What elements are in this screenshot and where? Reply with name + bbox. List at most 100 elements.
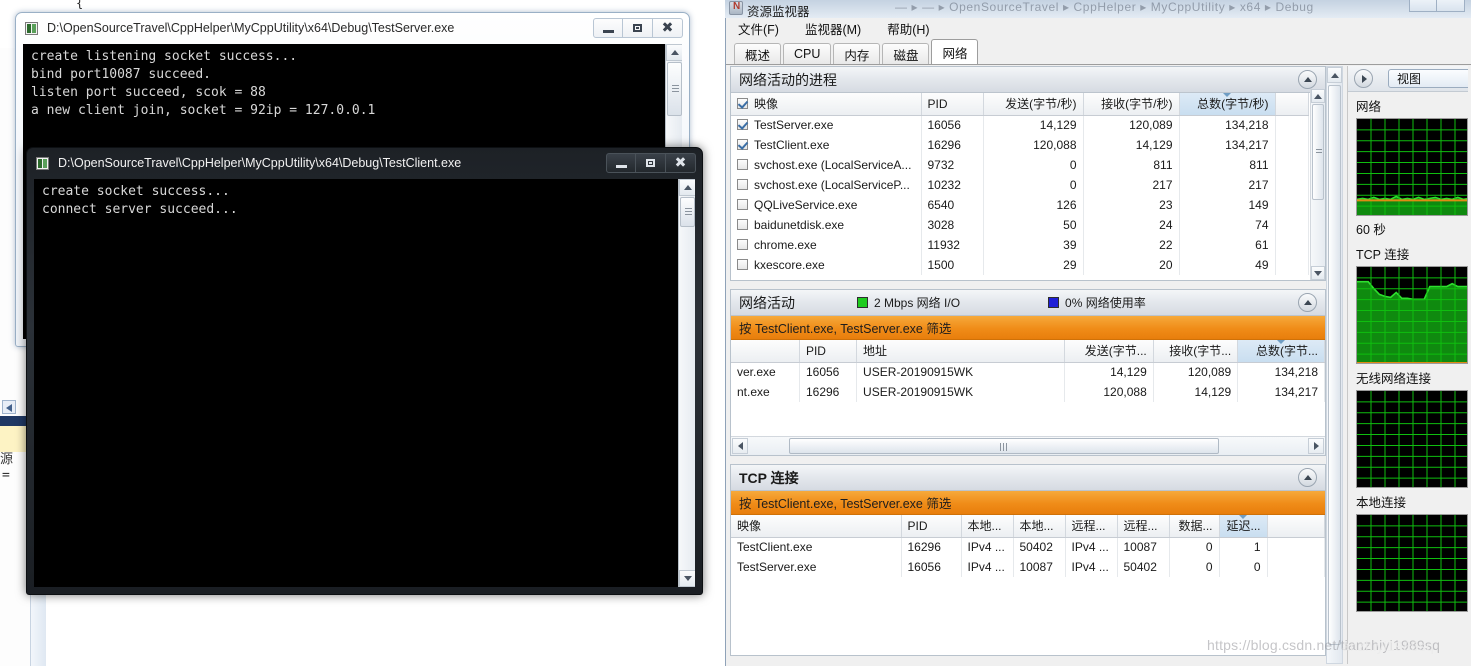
table-row[interactable]: TestServer.exe 16056 14,129 120,089 134,218: [731, 115, 1309, 135]
menu-item-1[interactable]: 监视器(M): [801, 17, 865, 40]
panel-header[interactable]: 网络活动 2 Mbps 网络 I/O 0% 网络使用率: [731, 290, 1325, 316]
activity-horizontal-scrollbar[interactable]: [731, 436, 1325, 455]
column-header[interactable]: PID: [921, 93, 984, 116]
scroll-thumb[interactable]: [1328, 85, 1341, 645]
minimize-button[interactable]: [606, 153, 636, 173]
tcp-image: TestClient.exe: [731, 537, 902, 557]
menubar[interactable]: 文件(F) 监视器(M) 帮助(H): [726, 18, 1471, 40]
column-header[interactable]: 延迟...: [1219, 515, 1268, 538]
filter-bar-activity[interactable]: 按 TestClient.exe, TestServer.exe 筛选: [731, 316, 1325, 340]
maximize-button[interactable]: [636, 153, 666, 173]
select-all-checkbox[interactable]: [737, 98, 748, 110]
scroll-thumb[interactable]: [789, 438, 1219, 454]
column-header[interactable]: 接收(字节/秒): [1083, 93, 1180, 116]
window-controls[interactable]: ✖: [593, 18, 683, 38]
table-row[interactable]: nt.exe 16296 USER-20190915WK 120,088 14,129 1…: [731, 382, 1325, 402]
process-list-scrollbar[interactable]: [1310, 89, 1325, 280]
table-row[interactable]: ver.exe 16056 USER-20190915WK 14,129 120,089…: [731, 362, 1325, 382]
column-header[interactable]: 发送(字节/秒): [983, 93, 1084, 116]
panel-header[interactable]: 网络活动的进程: [731, 67, 1325, 93]
titlebar-resource-monitor[interactable]: 资源监视器 — ▸ — ▸ OpenSourceTravel ▸ CppHelp…: [725, 0, 1471, 18]
chevron-up-icon[interactable]: [1298, 468, 1317, 487]
column-header[interactable]: [731, 340, 800, 363]
titlebar-testserver[interactable]: D:\OpenSourceTravel\CppHelper\MyCppUtili…: [15, 12, 690, 44]
column-header[interactable]: PID: [901, 515, 962, 538]
table-row[interactable]: baidunetdisk.exe 3028 50 24 74: [731, 215, 1309, 235]
panels-vertical-scrollbar[interactable]: [1326, 66, 1343, 664]
close-button[interactable]: ✖: [666, 153, 696, 173]
table-row[interactable]: QQLiveService.exe 6540 126 23 149: [731, 195, 1309, 215]
window-controls[interactable]: ✖: [606, 153, 696, 173]
tab-磁盘[interactable]: 磁盘: [882, 43, 930, 64]
scroll-up-button[interactable]: [679, 179, 695, 196]
chevron-right-icon[interactable]: [1354, 69, 1373, 88]
column-header[interactable]: 映像: [731, 515, 902, 538]
chevron-up-icon[interactable]: [1298, 70, 1317, 89]
tabstrip[interactable]: 概述 CPU 内存 磁盘 网络: [734, 39, 980, 64]
scroll-up-button[interactable]: [1327, 67, 1342, 83]
maximize-button[interactable]: [623, 18, 653, 38]
window-resource-monitor[interactable]: 资源监视器 — ▸ — ▸ OpenSourceTravel ▸ CppHelp…: [725, 0, 1471, 666]
process-checkbox[interactable]: [737, 199, 748, 210]
table-row[interactable]: TestClient.exe 16296 120,088 14,129 134,217: [731, 135, 1309, 155]
tcp-image: TestServer.exe: [731, 557, 902, 577]
table-row[interactable]: TestClient.exe 16296 IPv4 ... 50402 IPv4 ...…: [731, 537, 1325, 557]
column-header[interactable]: PID: [799, 340, 858, 363]
menu-item-0[interactable]: 文件(F): [734, 17, 783, 40]
table-row[interactable]: TestServer.exe 16056 IPv4 ... 10087 IPv4 ...…: [731, 557, 1325, 577]
chevron-up-icon[interactable]: [1298, 293, 1317, 312]
scroll-thumb[interactable]: [667, 62, 682, 116]
scroll-down-button[interactable]: [1311, 266, 1325, 280]
table-row[interactable]: svchost.exe (LocalServiceP... 10232 0 217 21…: [731, 175, 1309, 195]
column-header[interactable]: 总数(字节...: [1237, 340, 1325, 363]
process-table-viewport: 映像 PID 发送(字节/秒) 接收(字节/秒) 总数(字节/秒) TestServer…: [731, 93, 1309, 280]
tab-内存[interactable]: 内存: [833, 43, 881, 64]
window-testclient-console[interactable]: D:\OpenSourceTravel\CppHelper\MyCppUtili…: [26, 147, 703, 595]
column-header[interactable]: 接收(字节...: [1153, 340, 1239, 363]
window-controls[interactable]: [1409, 0, 1465, 12]
process-checkbox[interactable]: [737, 179, 748, 190]
column-header[interactable]: [1267, 515, 1325, 538]
column-header[interactable]: 地址: [856, 340, 1065, 363]
tab-网络[interactable]: 网络: [931, 39, 979, 64]
column-header[interactable]: 数据...: [1169, 515, 1220, 538]
scroll-thumb[interactable]: [1312, 104, 1324, 200]
tab-CPU[interactable]: CPU: [783, 43, 832, 64]
table-row[interactable]: kxescore.exe 1500 29 20 49: [731, 255, 1309, 275]
process-checkbox[interactable]: [737, 239, 748, 250]
column-header[interactable]: [1275, 93, 1309, 116]
process-checkbox[interactable]: [737, 119, 748, 131]
editor-collapse-arrow-icon[interactable]: [2, 400, 16, 414]
table-row[interactable]: chrome.exe 11932 39 22 61: [731, 235, 1309, 255]
column-header[interactable]: 远程...: [1117, 515, 1170, 538]
column-header[interactable]: 本地...: [1013, 515, 1066, 538]
minimize-button[interactable]: [1409, 0, 1437, 12]
column-header[interactable]: 远程...: [1065, 515, 1118, 538]
column-header[interactable]: 总数(字节/秒): [1179, 93, 1276, 116]
scroll-thumb[interactable]: [680, 197, 695, 227]
console-scrollbar[interactable]: [678, 179, 695, 587]
panel-header[interactable]: TCP 连接: [731, 465, 1325, 491]
column-header[interactable]: 本地...: [961, 515, 1014, 538]
maximize-button[interactable]: [1437, 0, 1465, 12]
table-row[interactable]: svchost.exe (LocalServiceA... 9732 0 811 811: [731, 155, 1309, 175]
process-checkbox[interactable]: [737, 159, 748, 170]
process-checkbox[interactable]: [737, 259, 748, 270]
column-header[interactable]: 发送(字节...: [1064, 340, 1154, 363]
titlebar-testclient[interactable]: D:\OpenSourceTravel\CppHelper\MyCppUtili…: [26, 147, 703, 179]
close-button[interactable]: ✖: [653, 18, 683, 38]
process-checkbox[interactable]: [737, 139, 748, 150]
graph-tcp: [1356, 266, 1468, 364]
scroll-down-button[interactable]: [679, 570, 695, 587]
scroll-up-button[interactable]: [666, 44, 682, 61]
minimize-button[interactable]: [593, 18, 623, 38]
process-checkbox[interactable]: [737, 219, 748, 230]
menu-item-2[interactable]: 帮助(H): [883, 17, 933, 40]
scroll-left-button[interactable]: [732, 438, 748, 454]
tab-概述[interactable]: 概述: [734, 43, 782, 64]
filter-bar-tcp[interactable]: 按 TestClient.exe, TestServer.exe 筛选: [731, 491, 1325, 515]
view-button[interactable]: 视图: [1388, 69, 1468, 88]
column-header[interactable]: 映像: [731, 93, 922, 116]
scroll-right-button[interactable]: [1308, 438, 1324, 454]
scroll-up-button[interactable]: [1311, 89, 1325, 103]
